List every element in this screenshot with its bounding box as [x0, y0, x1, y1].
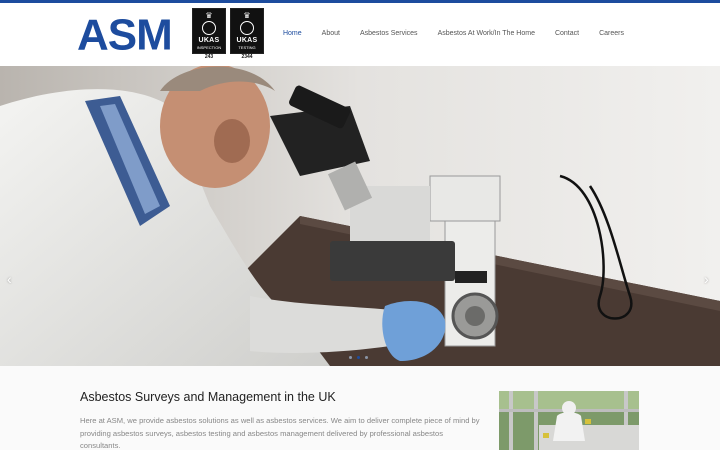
site-header: ASM ♛ UKAS INSPECTION 243 ♛ UKAS TESTING…: [0, 3, 720, 66]
intro-heading: Asbestos Surveys and Management in the U…: [80, 390, 336, 404]
chevron-left-icon: ‹: [7, 271, 12, 287]
nav-asbestos-services[interactable]: Asbestos Services: [360, 30, 418, 37]
badge-number: 2344: [241, 54, 253, 60]
slider-prev-button[interactable]: ‹: [7, 272, 12, 286]
nav-asbestos-at-work[interactable]: Asbestos At Work/In The Home: [438, 30, 535, 37]
intro-section: Asbestos Surveys and Management in the U…: [0, 366, 720, 450]
hero-image-scientist-microscope: [0, 66, 720, 366]
badge-number: 243: [204, 54, 214, 60]
badge-name: UKAS: [236, 37, 258, 44]
ukas-tick-icon: [202, 21, 216, 35]
nav-contact[interactable]: Contact: [555, 30, 579, 37]
asbestos-worker-photo: [499, 391, 639, 450]
crown-icon: ♛: [205, 11, 213, 20]
nav-careers[interactable]: Careers: [599, 30, 624, 37]
ukas-flask-icon: [240, 21, 254, 35]
slider-next-button[interactable]: ›: [704, 272, 709, 286]
crown-icon: ♛: [243, 11, 251, 20]
intro-text: Here at ASM, we provide asbestos solutio…: [80, 416, 480, 450]
chevron-right-icon: ›: [704, 271, 709, 287]
hero-slider: ‹ ›: [0, 66, 720, 366]
slider-dot-active[interactable]: [357, 356, 360, 359]
slider-pagination: [349, 356, 368, 359]
badge-kind: TESTING: [238, 45, 256, 50]
asm-logo[interactable]: ASM: [77, 14, 173, 57]
slider-dot[interactable]: [365, 356, 368, 359]
main-navigation: Home About Asbestos Services Asbestos At…: [283, 30, 624, 37]
nav-home[interactable]: Home: [283, 30, 302, 37]
nav-about[interactable]: About: [322, 30, 340, 37]
slider-dot[interactable]: [349, 356, 352, 359]
ukas-inspection-badge: ♛ UKAS INSPECTION 243: [192, 8, 226, 60]
badge-kind: INSPECTION: [196, 45, 222, 50]
ukas-testing-badge: ♛ UKAS TESTING 2344: [230, 8, 264, 60]
badge-name: UKAS: [198, 37, 220, 44]
